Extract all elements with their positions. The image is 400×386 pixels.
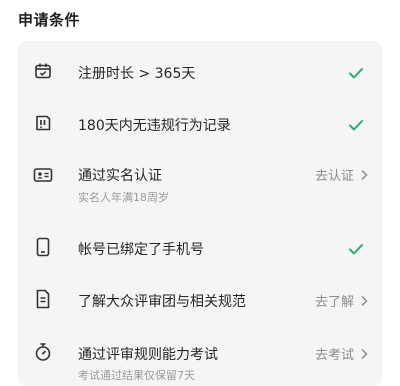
section-title: 申请条件 xyxy=(18,11,81,29)
requirement-row-guidelines[interactable]: 了解大众评审团与相关规范 去了解 xyxy=(18,285,382,315)
chevron-right-icon xyxy=(360,295,368,307)
requirement-label: 通过评审规则能力考试 xyxy=(78,347,218,363)
requirement-label: 通过实名认证 xyxy=(78,168,162,184)
requirement-row-real-name[interactable]: 通过实名认证 实名人年满18周岁 去认证 xyxy=(18,159,382,209)
check-icon xyxy=(349,68,363,79)
phone-icon xyxy=(32,236,54,258)
requirement-label: 帐号已绑定了手机号 xyxy=(78,242,204,258)
requirement-row-no-violation: 180天内无违规行为记录 xyxy=(18,109,382,139)
learn-more-link[interactable]: 去了解 xyxy=(315,291,368,310)
requirement-sublabel: 实名人年满18周岁 xyxy=(78,191,169,204)
id-card-icon xyxy=(32,164,54,186)
requirement-label: 注册时长 > 365天 xyxy=(78,66,196,82)
requirements-card: 注册时长 > 365天 180天内无违规行为记录 通过实名认证 实名人年满18周… xyxy=(18,41,382,386)
requirement-label: 了解大众评审团与相关规范 xyxy=(78,294,246,310)
action-label: 去了解 xyxy=(314,295,354,310)
take-exam-link[interactable]: 去考试 xyxy=(315,344,368,363)
check-icon xyxy=(349,244,363,255)
chevron-right-icon xyxy=(360,348,368,360)
stopwatch-icon xyxy=(32,341,54,363)
chevron-right-icon xyxy=(360,169,368,181)
requirement-sublabel: 考试通过结果仅保留7天 xyxy=(78,369,195,382)
action-label: 去认证 xyxy=(314,169,354,184)
action-label: 去考试 xyxy=(314,348,354,363)
requirement-row-registration: 注册时长 > 365天 xyxy=(18,57,382,87)
requirement-row-exam[interactable]: 通过评审规则能力考试 考试通过结果仅保留7天 去考试 xyxy=(18,338,382,384)
check-icon xyxy=(349,120,363,131)
violation-record-icon xyxy=(32,112,54,134)
verify-link[interactable]: 去认证 xyxy=(315,165,368,184)
document-icon xyxy=(32,288,54,310)
requirement-row-phone: 帐号已绑定了手机号 xyxy=(18,233,382,263)
calendar-icon xyxy=(32,60,54,82)
requirement-label: 180天内无违规行为记录 xyxy=(78,118,231,134)
